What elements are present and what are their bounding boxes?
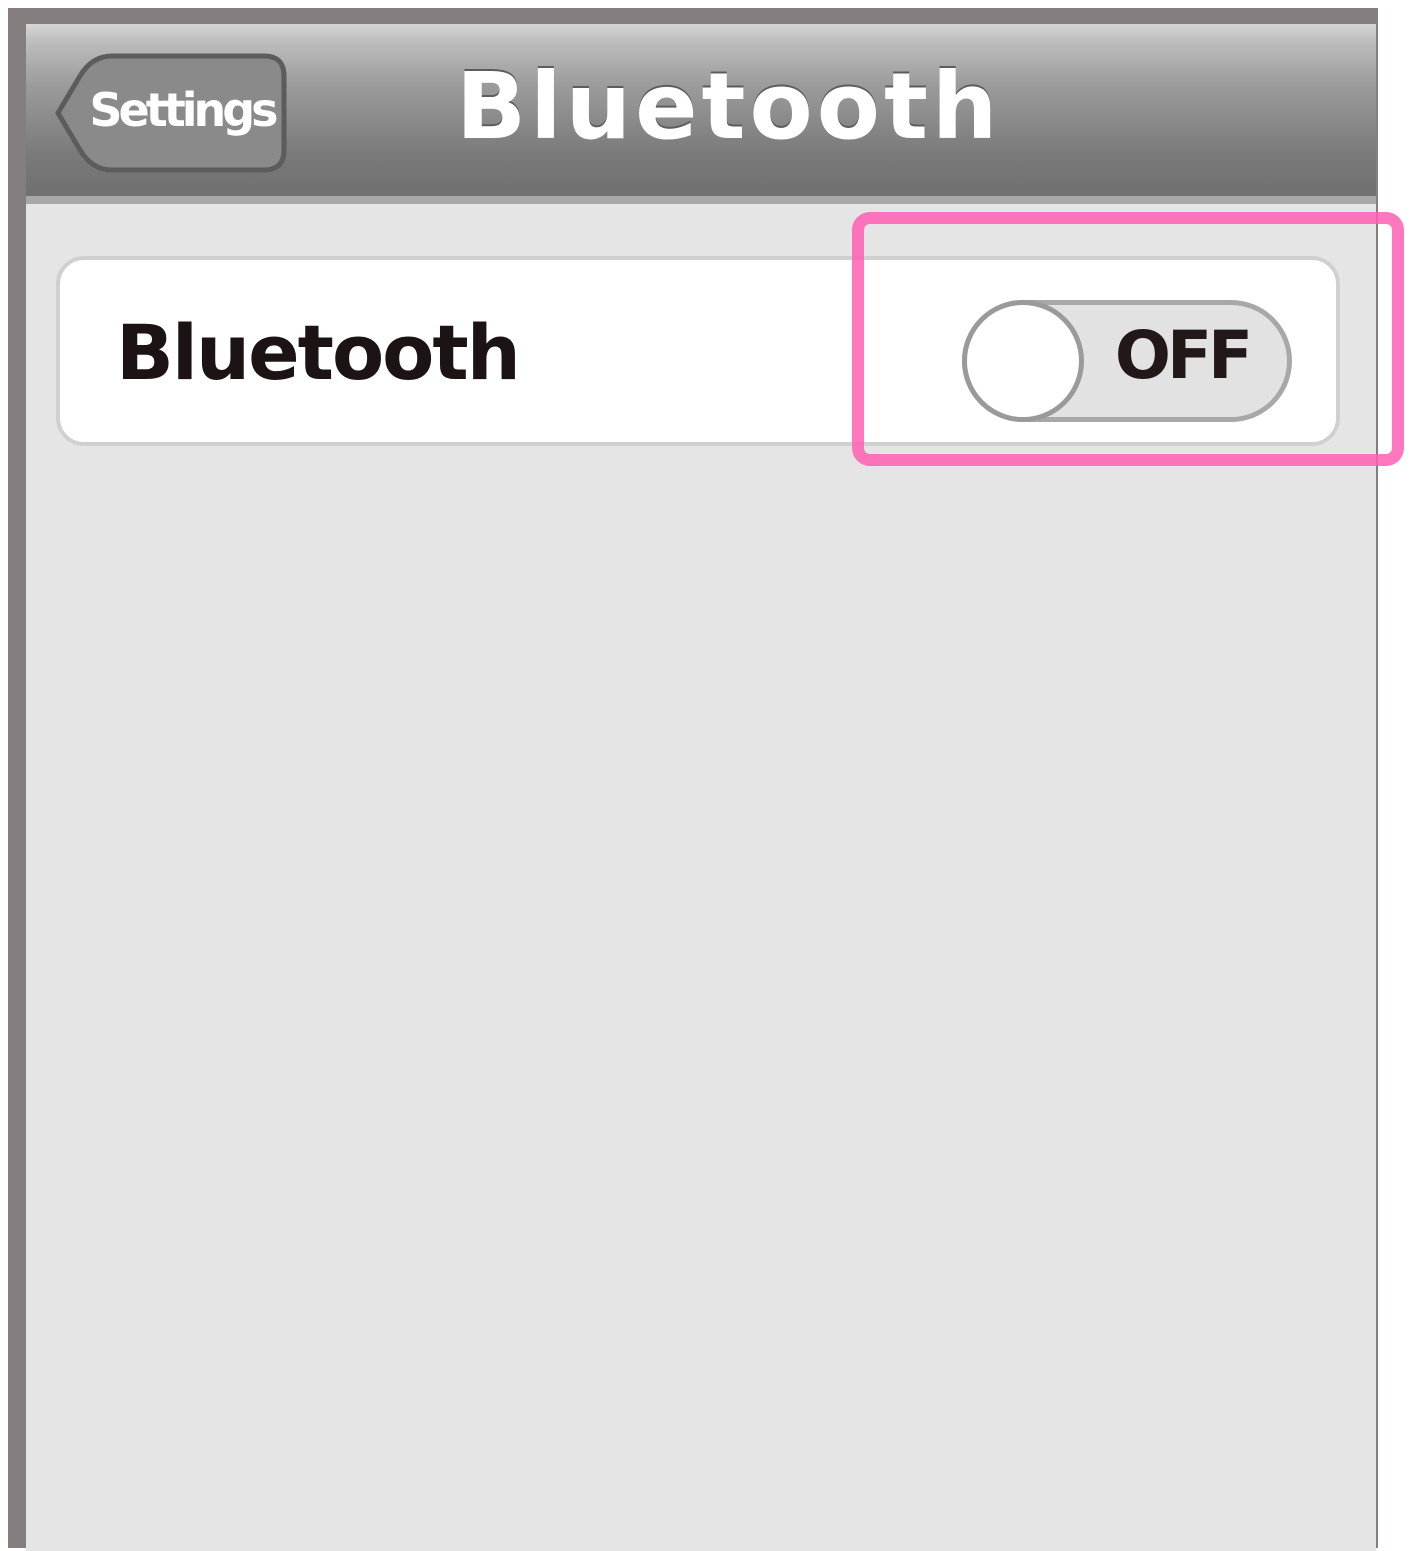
page-title: Bluetooth <box>456 53 1002 160</box>
settings-back-button[interactable]: Settings <box>52 50 288 176</box>
toggle-state-label: OFF <box>1114 317 1253 394</box>
bluetooth-setting-row: Bluetooth OFF <box>56 256 1340 446</box>
bluetooth-screen: Settings Bluetooth Bluetooth OFF <box>26 24 1376 1551</box>
bluetooth-setting-label: Bluetooth <box>116 308 521 397</box>
toggle-knob <box>962 300 1084 422</box>
back-button-label: Settings <box>89 83 278 137</box>
navigation-bar: Settings Bluetooth <box>26 24 1376 204</box>
bluetooth-toggle-switch[interactable]: OFF <box>962 300 1292 422</box>
